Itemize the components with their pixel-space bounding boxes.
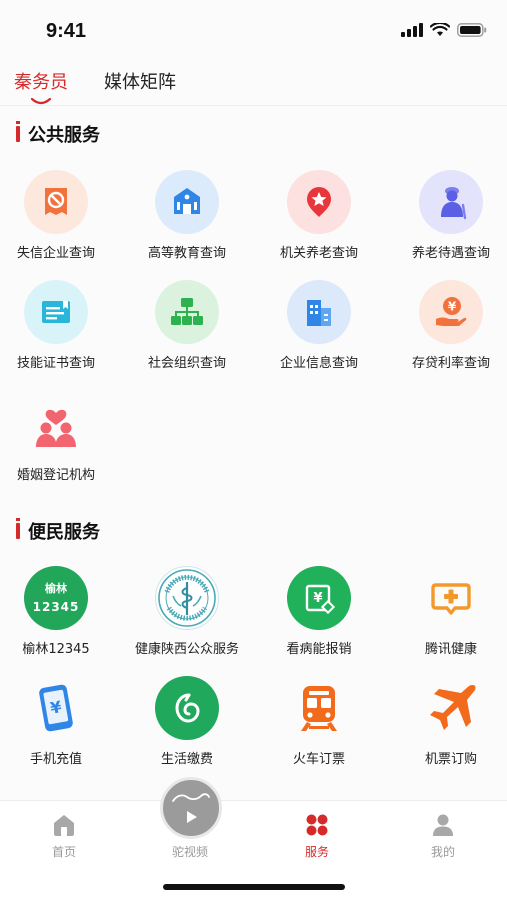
- tabbar-item-home[interactable]: 首页: [24, 813, 104, 860]
- item-label: 失信企业查询: [16, 246, 95, 261]
- item-label: 婚姻登记机构: [16, 468, 95, 483]
- item-label: 高等教育查询: [147, 246, 226, 261]
- user-icon: [433, 814, 453, 836]
- org-chart-icon: [155, 280, 219, 344]
- utility-payment-icon: [155, 676, 219, 740]
- service-higher-education-query[interactable]: 高等教育查询: [124, 170, 250, 261]
- svg-text:¥: ¥: [448, 300, 457, 314]
- item-label: 存贷利率查询: [411, 356, 490, 371]
- section-title-text: 便民服务: [28, 522, 100, 543]
- credit-ban-icon: [24, 170, 88, 234]
- service-enterprise-info-query[interactable]: 企业信息查询: [256, 280, 382, 371]
- svg-text:¥: ¥: [313, 591, 322, 606]
- badge-line-1: 榆林: [45, 581, 67, 595]
- status-time: 9:41: [46, 20, 87, 42]
- signal-icon: [401, 23, 423, 37]
- item-label: 机票订购: [424, 752, 477, 767]
- service-phone-recharge[interactable]: ¥ 手机充值: [0, 676, 119, 767]
- elderly-person-icon: [419, 170, 483, 234]
- service-credit-query[interactable]: 失信企业查询: [0, 170, 119, 261]
- tab-label: 我的: [430, 845, 455, 859]
- yulin-12345-icon: 榆林 12345: [24, 566, 88, 630]
- tab-label: 驼视频: [171, 845, 208, 859]
- medical-reimburse-icon: ¥: [287, 566, 351, 630]
- active-tab-indicator: [30, 98, 52, 105]
- tab-label: 首页: [51, 845, 76, 859]
- service-institution-pension-query[interactable]: 机关养老查询: [256, 170, 382, 261]
- item-label: 火车订票: [292, 752, 345, 767]
- item-label: 机关养老查询: [279, 246, 358, 261]
- health-shaanxi-emblem-icon: [155, 566, 219, 630]
- service-deposit-loan-rate-query[interactable]: ¥ 存贷利率查询: [388, 280, 507, 371]
- section-title-convenience-services: 便民服务: [16, 518, 100, 544]
- service-pension-benefit-query[interactable]: 养老待遇查询: [388, 170, 507, 261]
- service-social-organization-query[interactable]: 社会组织查询: [124, 280, 250, 371]
- item-label: 腾讯健康: [424, 642, 477, 657]
- service-medical-reimbursement[interactable]: ¥ 看病能报销: [256, 566, 382, 657]
- tab-label: 服务: [304, 845, 329, 859]
- status-bar: 9:41: [0, 0, 507, 56]
- item-label: 技能证书查询: [16, 356, 95, 371]
- train-icon: [287, 676, 351, 740]
- tab-qinwuyuan[interactable]: 秦务员: [14, 68, 68, 105]
- item-label: 手机充值: [29, 752, 82, 767]
- university-icon: [155, 170, 219, 234]
- tencent-health-icon: [419, 566, 483, 630]
- yuan-hand-icon: ¥: [419, 280, 483, 344]
- video-center-button[interactable]: [160, 777, 222, 839]
- section-marker: [16, 121, 20, 142]
- service-skill-certificate-query[interactable]: 技能证书查询: [0, 280, 119, 371]
- phone-recharge-icon: ¥: [24, 676, 88, 740]
- item-label: 榆林12345: [22, 642, 90, 657]
- services-grid-icon: [306, 814, 328, 836]
- section-title-public-services: 公共服务: [16, 121, 100, 147]
- star-badge-icon: [287, 170, 351, 234]
- tab-label: 秦务员: [14, 72, 68, 93]
- service-yulin-12345[interactable]: 榆林 12345 榆林12345: [0, 566, 119, 657]
- wifi-icon: [430, 23, 450, 36]
- status-icons: [401, 23, 487, 37]
- service-train-ticket[interactable]: 火车订票: [256, 676, 382, 767]
- service-utility-payment[interactable]: 生活缴费: [124, 676, 250, 767]
- service-health-shaanxi[interactable]: 健康陕西公众服务: [124, 566, 250, 657]
- section-marker: [16, 518, 20, 539]
- item-label: 健康陕西公众服务: [134, 642, 239, 657]
- service-tencent-health[interactable]: 腾讯健康: [388, 566, 507, 657]
- top-tabs: 秦务员 媒体矩阵: [0, 62, 507, 106]
- video-logo-icon: [172, 793, 210, 802]
- service-marriage-registry[interactable]: 婚姻登记机构: [0, 392, 119, 483]
- section-title-text: 公共服务: [28, 125, 100, 146]
- item-label: 养老待遇查询: [411, 246, 490, 261]
- battery-icon: [457, 23, 487, 37]
- service-flight-booking[interactable]: 机票订购: [388, 676, 507, 767]
- couple-heart-icon: [24, 392, 88, 456]
- item-label: 生活缴费: [160, 752, 213, 767]
- building-icon: [287, 280, 351, 344]
- tabbar-item-profile[interactable]: 我的: [403, 813, 483, 860]
- video-play-icon: [187, 811, 197, 823]
- item-label: 社会组织查询: [147, 356, 226, 371]
- airplane-icon: [419, 676, 483, 740]
- item-label: 企业信息查询: [279, 356, 358, 371]
- home-icon: [54, 815, 74, 836]
- tabbar-item-services[interactable]: 服务: [277, 813, 357, 860]
- tab-media-matrix[interactable]: 媒体矩阵: [104, 68, 176, 94]
- item-label: 看病能报销: [286, 642, 352, 657]
- tab-label: 媒体矩阵: [104, 72, 176, 93]
- home-indicator: [163, 884, 345, 890]
- badge-line-2: 12345: [32, 599, 80, 614]
- certificate-icon: [24, 280, 88, 344]
